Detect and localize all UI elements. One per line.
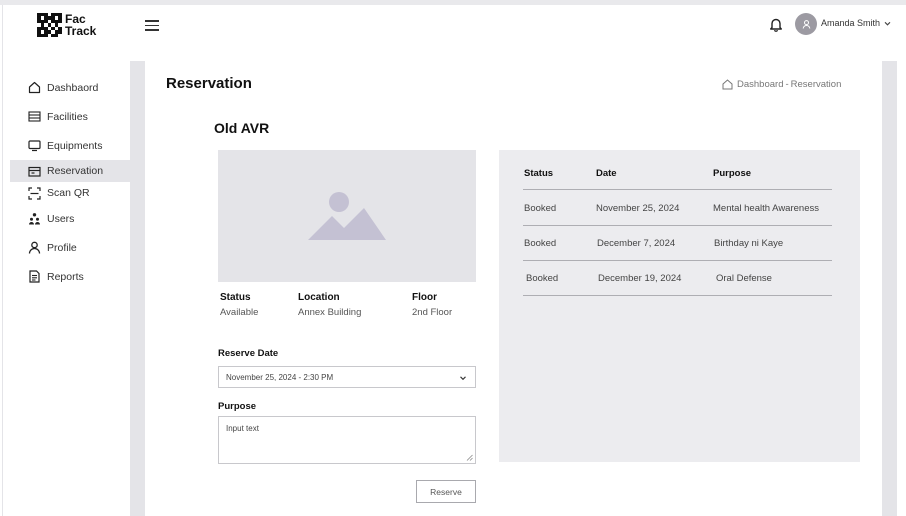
menu-toggle-button[interactable] (145, 20, 159, 31)
users-icon (28, 212, 41, 225)
chevron-down-icon[interactable] (883, 19, 892, 28)
facility-location: Location Annex Building (298, 292, 361, 318)
breadcrumb-current: Reservation (790, 79, 842, 90)
sidebar-item-equipments[interactable]: Equipments (10, 131, 132, 160)
sidebar-item-label: Dashbaord (47, 81, 99, 94)
sidebar-item-label: Equipments (47, 139, 103, 152)
reserve-date-label: Reserve Date (218, 348, 279, 359)
reservation-schedule-panel: Status Date Purpose Booked November 25, … (499, 150, 860, 462)
reserve-button[interactable]: Reserve (416, 480, 476, 503)
scrollbar[interactable] (882, 61, 897, 516)
column-header-date: Date (596, 168, 617, 179)
logo-text: Fac Track (65, 13, 96, 37)
status-label: Status (220, 292, 251, 303)
table-row[interactable]: Booked December 19, 2024 Oral Defense (523, 261, 832, 296)
facilities-icon (28, 110, 41, 123)
cell-status: Booked (524, 238, 557, 249)
user-avatar-icon (802, 19, 810, 29)
logo-line-2: Track (65, 24, 97, 38)
chevron-down-icon (460, 376, 466, 381)
cell-status: Booked (526, 273, 559, 284)
sidebar-item-label: Facilities (47, 110, 88, 123)
facility-status: Status Available (220, 292, 258, 318)
page-title: Reservation (166, 75, 252, 92)
purpose-textarea[interactable]: Input text (218, 416, 476, 464)
table-row[interactable]: Booked December 7, 2024 Birthday ni Kaye (523, 226, 832, 261)
resize-grip-icon[interactable] (466, 454, 473, 461)
purpose-label: Purpose (218, 401, 257, 412)
sidebar: Dashbaord Facilities Equipments Reservat… (10, 73, 132, 291)
home-icon (28, 81, 41, 94)
sidebar-item-dashboard[interactable]: Dashbaord (10, 73, 132, 102)
avatar[interactable] (795, 13, 817, 35)
cell-date: December 19, 2024 (598, 273, 682, 284)
sidebar-item-reports[interactable]: Reports (10, 262, 132, 291)
facility-name: Old AVR (214, 120, 270, 136)
purpose-placeholder: Input text (226, 424, 259, 433)
location-label: Location (298, 292, 340, 303)
image-placeholder-icon (308, 192, 386, 240)
content-left-rail (130, 61, 145, 516)
cell-purpose: Birthday ni Kaye (714, 238, 784, 249)
monitor-icon (28, 139, 41, 152)
cell-purpose: Mental health Awareness (713, 203, 819, 214)
reserve-date-select[interactable]: November 25, 2024 - 2:30 PM (218, 366, 476, 388)
cell-status: Booked (524, 203, 557, 214)
facility-image-placeholder (218, 150, 476, 282)
sidebar-item-label: Reservation (47, 165, 104, 177)
qr-logo-icon (37, 12, 62, 38)
bell-icon[interactable] (769, 17, 783, 32)
home-icon (722, 79, 733, 90)
sidebar-item-users[interactable]: Users (10, 204, 132, 233)
sidebar-item-label: Scan QR (47, 187, 90, 199)
sidebar-item-label: Users (47, 212, 75, 225)
status-value: Available (220, 307, 259, 318)
breadcrumb-separator: - (785, 79, 789, 90)
floor-value: 2nd Floor (412, 307, 453, 318)
sidebar-item-scan-qr[interactable]: Scan QR (10, 182, 132, 204)
sidebar-item-label: Profile (47, 241, 77, 254)
breadcrumb-dashboard-link[interactable]: Dashboard (737, 79, 783, 90)
scan-qr-icon (28, 186, 41, 200)
sidebar-item-label: Reports (47, 270, 84, 283)
sidebar-item-profile[interactable]: Profile (10, 233, 132, 262)
column-header-status: Status (524, 168, 554, 179)
table-row[interactable]: Booked November 25, 2024 Mental health A… (523, 191, 832, 226)
user-name[interactable]: Amanda Smith (821, 18, 880, 28)
profile-icon (28, 241, 41, 254)
reports-icon (28, 270, 41, 283)
floor-label: Floor (412, 292, 437, 303)
column-header-purpose: Purpose (713, 168, 752, 179)
facility-floor: Floor 2nd Floor (412, 292, 452, 318)
reservation-icon (28, 165, 41, 178)
location-value: Annex Building (298, 307, 362, 318)
reserve-date-value: November 25, 2024 - 2:30 PM (226, 372, 334, 382)
sidebar-item-facilities[interactable]: Facilities (10, 102, 132, 131)
app-logo[interactable]: Fac Track (37, 10, 107, 40)
hamburger-icon (145, 20, 159, 22)
cell-date: November 25, 2024 (596, 203, 680, 214)
table-header: Status Date Purpose (523, 168, 832, 190)
breadcrumb: Dashboard - Reservation (722, 79, 841, 90)
sidebar-item-reservation[interactable]: Reservation (10, 160, 132, 182)
cell-purpose: Oral Defense (716, 273, 772, 284)
cell-date: December 7, 2024 (597, 238, 676, 249)
